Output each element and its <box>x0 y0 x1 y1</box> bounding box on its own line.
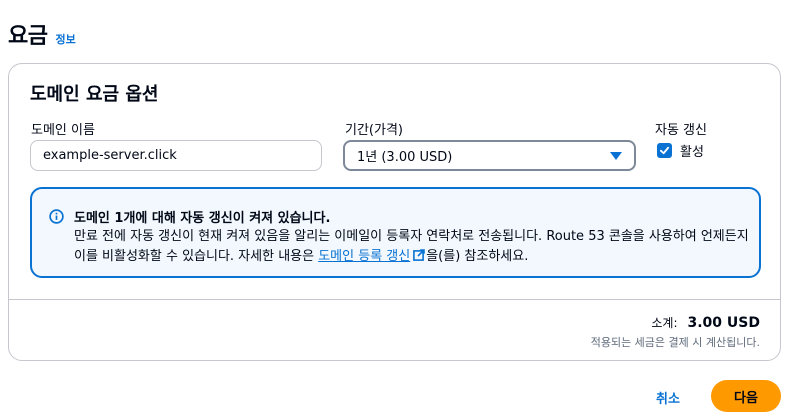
alert-body-suffix: 을(를) 참조하세요. <box>426 249 529 264</box>
card-divider <box>9 299 780 300</box>
period-select-value: 1년 (3.00 USD) <box>357 150 453 165</box>
cancel-button[interactable]: 취소 <box>646 382 690 412</box>
auto-renew-label: 자동 갱신 <box>655 123 707 138</box>
auto-renew-checkbox-row[interactable]: 활성 <box>657 141 704 160</box>
domain-name-input[interactable] <box>30 140 322 171</box>
period-label: 기간(가격) <box>345 123 403 138</box>
caret-down-icon <box>610 151 622 160</box>
alert-title: 도메인 1개에 대해 자동 갱신이 켜져 있습니다. <box>74 211 331 226</box>
info-link[interactable]: 정보 <box>55 31 75 47</box>
subtotal-row: 소계: 3.00 USD <box>651 314 760 331</box>
subtotal-value: 3.00 USD <box>687 315 761 331</box>
tax-note: 적용되는 세금은 결제 시 계산됩니다. <box>590 336 760 349</box>
period-select[interactable]: 1년 (3.00 USD) <box>343 140 636 171</box>
domain-name-label: 도메인 이름 <box>31 123 95 138</box>
subtotal-label: 소계: <box>651 316 678 330</box>
page-header: 요금 정보 <box>8 18 76 50</box>
info-icon <box>49 209 64 224</box>
auto-renew-checkbox-label: 활성 <box>680 145 704 160</box>
checkmark-icon <box>659 146 670 155</box>
renewal-docs-link[interactable]: 도메인 등록 갱신 <box>318 249 410 264</box>
pricing-options-card: 도메인 요금 옵션 도메인 이름 기간(가격) 1년 (3.00 USD) 자동… <box>8 63 781 361</box>
external-link-icon[interactable] <box>413 249 426 261</box>
next-button[interactable]: 다음 <box>711 380 781 412</box>
alert-body-text: 만료 전에 자동 갱신이 현재 켜져 있음을 알리는 이메일이 등록자 연락처로… <box>74 229 749 264</box>
auto-renew-info-alert: 도메인 1개에 대해 자동 갱신이 켜져 있습니다. 만료 전에 자동 갱신이 … <box>30 187 761 278</box>
auto-renew-checkbox[interactable] <box>657 143 672 158</box>
card-title: 도메인 요금 옵션 <box>30 84 159 105</box>
page-title: 요금 <box>8 24 48 49</box>
alert-body: 만료 전에 자동 갱신이 현재 켜져 있음을 알리는 이메일이 등록자 연락처로… <box>74 227 754 267</box>
